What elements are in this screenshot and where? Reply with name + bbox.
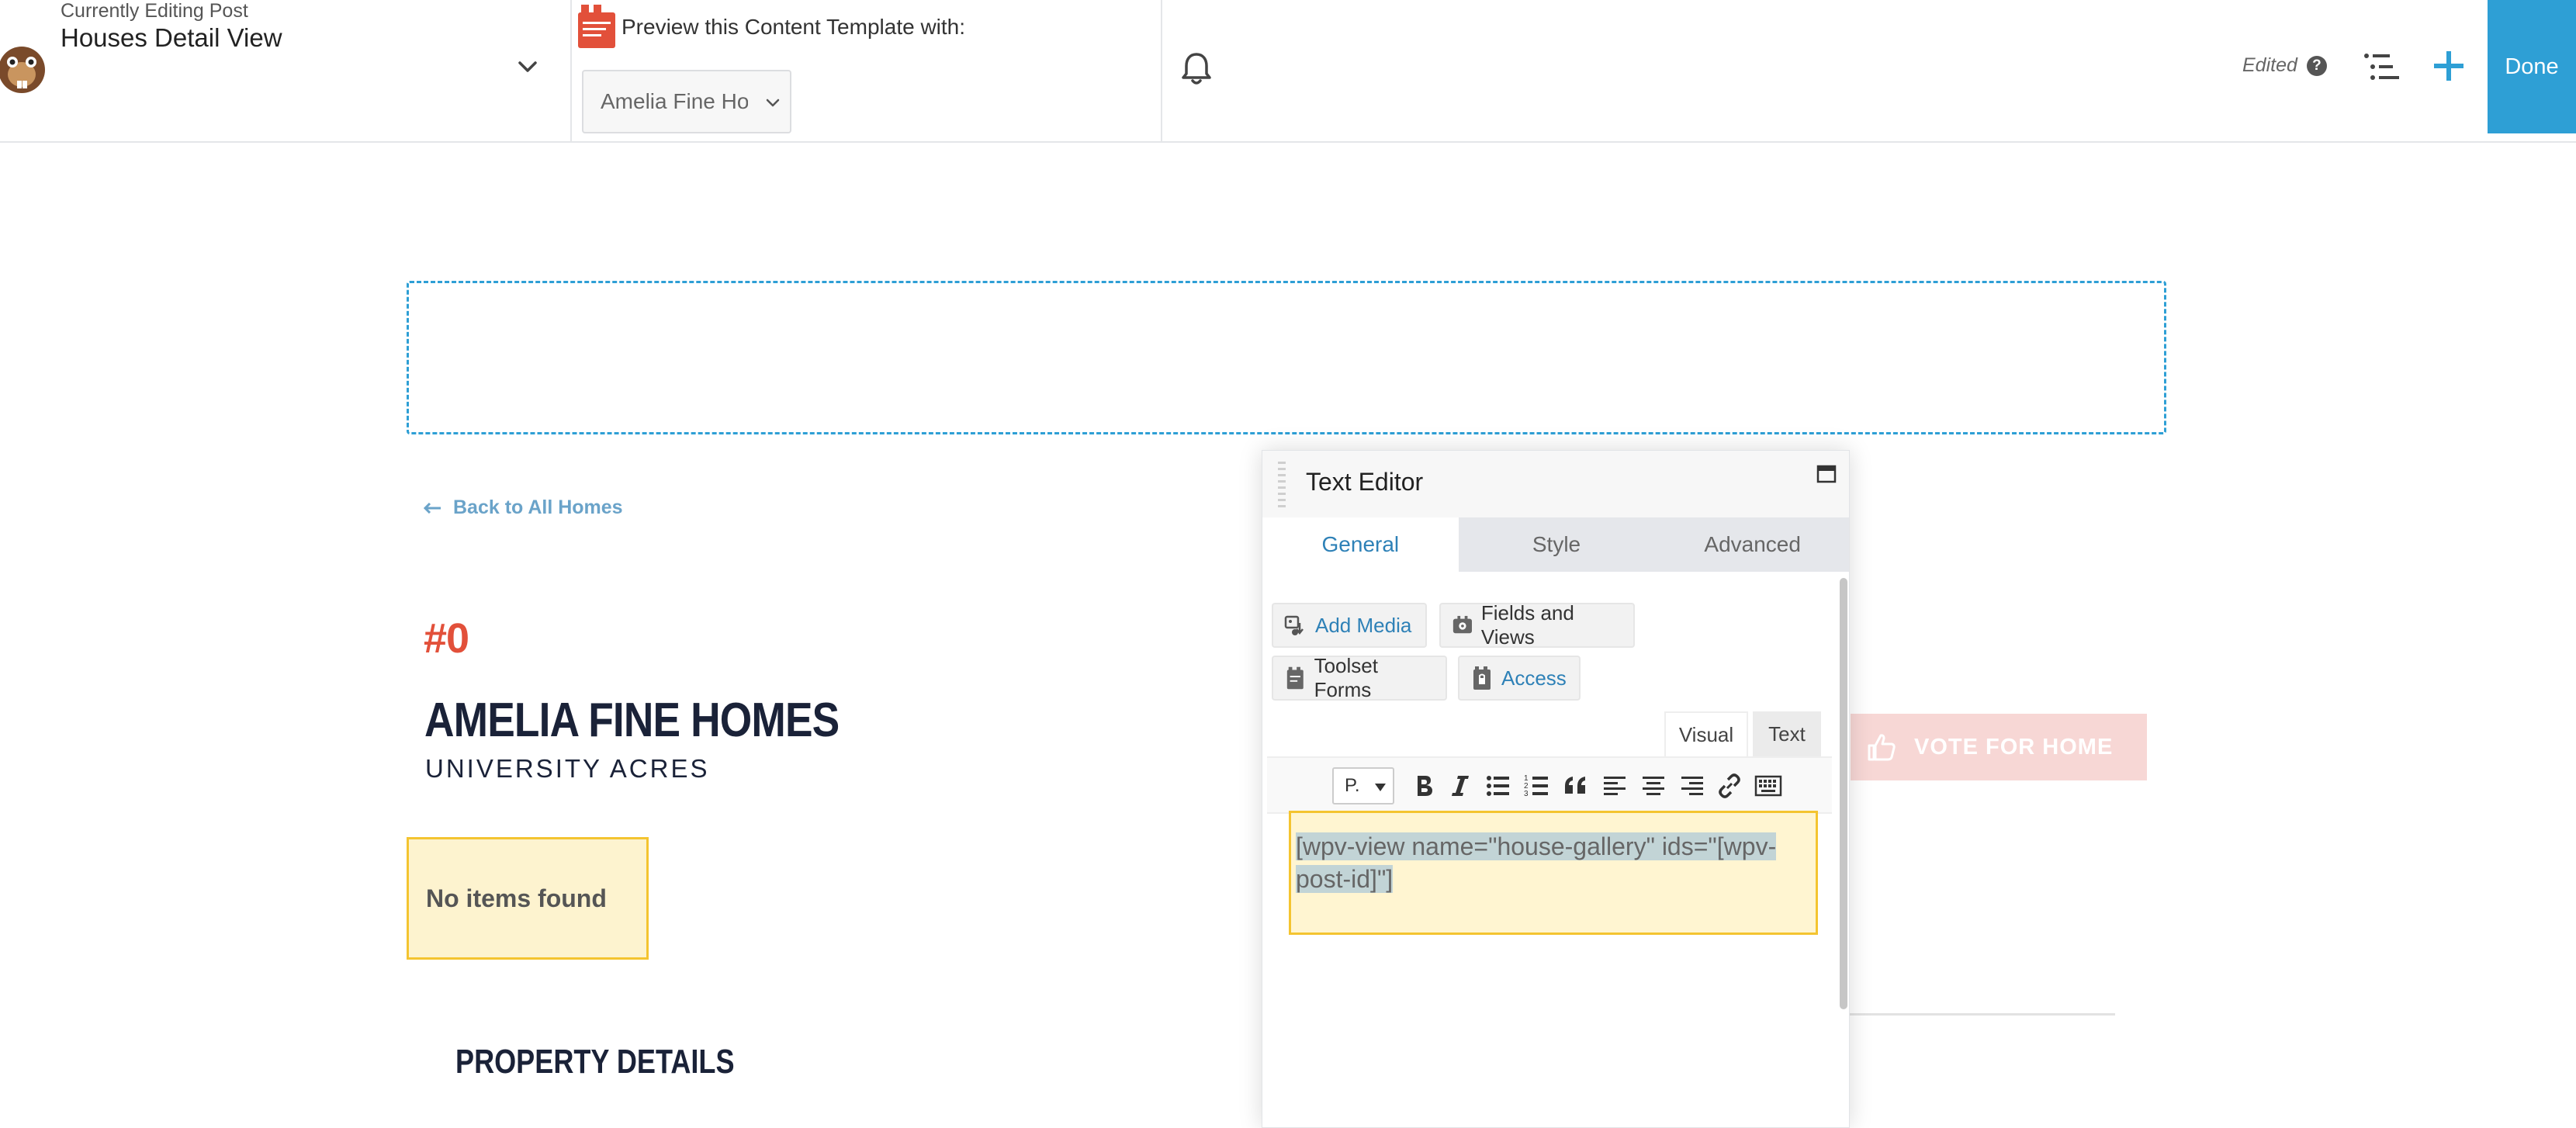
outline-list-icon[interactable] (2363, 51, 2399, 82)
paragraph-format-select[interactable]: P. (1332, 767, 1394, 804)
text-editor-panel: Text Editor General Style Advanced Add M… (1262, 450, 1850, 1128)
house-title: AMELIA FINE HOMES (424, 694, 840, 747)
preview-post-select[interactable]: Amelia Fine Homes (582, 70, 791, 133)
svg-text:3: 3 (1524, 790, 1529, 798)
editing-label: Currently Editing Post (61, 0, 248, 22)
bell-icon[interactable] (1179, 50, 1214, 87)
edited-status[interactable]: Edited ? (2242, 54, 2327, 77)
help-circle-icon[interactable]: ? (2306, 55, 2327, 76)
panel-title: Text Editor (1306, 468, 1424, 496)
preview-label: Preview this Content Template with: (621, 15, 966, 39)
fields-and-views-button[interactable]: Fields and Views (1439, 601, 1635, 649)
back-to-homes-link[interactable]: Back to All Homes (424, 497, 623, 519)
access-label: Access (1501, 666, 1567, 690)
chevron-down-icon (766, 99, 780, 107)
italic-icon[interactable] (1447, 772, 1475, 800)
panel-scrollbar[interactable] (1840, 578, 1847, 1009)
tab-advanced[interactable]: Advanced (1654, 517, 1849, 572)
access-button[interactable]: Access (1458, 656, 1581, 701)
align-right-icon[interactable] (1678, 772, 1706, 800)
blockquote-icon[interactable] (1562, 772, 1590, 800)
gallery-no-items[interactable]: No items found (407, 837, 649, 960)
preview-post-value: Amelia Fine Homes (601, 89, 748, 113)
bullet-list-icon[interactable] (1484, 772, 1512, 800)
toolbar-toggle-icon[interactable] (1754, 772, 1782, 800)
tab-general[interactable]: General (1262, 517, 1459, 572)
panel-tabs: General Style Advanced (1262, 517, 1849, 572)
content-divider (1850, 1013, 2115, 1016)
toolset-logo-icon (578, 5, 615, 48)
align-left-icon[interactable] (1601, 772, 1629, 800)
toolset-forms-button[interactable]: Toolset Forms (1272, 654, 1447, 701)
post-title[interactable]: Houses Detail View (61, 23, 282, 53)
top-bar: Currently Editing Post Houses Detail Vie… (0, 0, 2576, 143)
align-center-icon[interactable] (1639, 772, 1667, 800)
maximize-icon[interactable] (1816, 465, 1837, 483)
tab-style[interactable]: Style (1459, 517, 1655, 572)
arrow-left-icon (424, 502, 441, 514)
header-divider (570, 0, 572, 143)
house-number: #0 (424, 615, 469, 662)
edited-label: Edited (2242, 54, 2297, 76)
editor-toolbar: P. 1 2 3 (1267, 756, 1832, 814)
plus-icon[interactable] (2431, 48, 2467, 84)
add-media-button[interactable]: Add Media (1272, 603, 1427, 648)
chevron-down-icon[interactable] (515, 54, 540, 79)
selected-shortcode: [wpv-view name="house-gallery" ids="[wpv… (1296, 832, 1777, 893)
beaver-logo-icon (0, 47, 45, 93)
row-drop-zone[interactable] (407, 281, 2166, 434)
numbered-list-icon[interactable]: 1 2 3 (1523, 772, 1551, 800)
toolset-forms-label: Toolset Forms (1314, 654, 1378, 701)
access-icon (1473, 666, 1491, 690)
vote-button-label: VOTE FOR HOME (1914, 734, 2114, 759)
back-link-label: Back to All Homes (453, 497, 623, 518)
link-icon[interactable] (1716, 772, 1743, 800)
property-details-heading: PROPERTY DETAILS (455, 1043, 735, 1081)
done-button[interactable]: Done (2488, 0, 2576, 133)
content-editor[interactable]: [wpv-view name="house-gallery" ids="[wpv… (1289, 811, 1818, 935)
add-media-label: Add Media (1315, 613, 1412, 637)
editor-content: [wpv-view name="house-gallery" ids="[wpv… (1296, 830, 1811, 895)
fields-views-icon (1452, 615, 1473, 634)
vote-for-home-button[interactable]: VOTE FOR HOME (1851, 714, 2147, 780)
toolset-forms-icon (1286, 666, 1304, 690)
add-media-icon (1284, 615, 1304, 635)
tab-visual[interactable]: Visual (1664, 711, 1748, 756)
drag-handle-icon[interactable] (1278, 460, 1286, 510)
header-divider (1161, 0, 1162, 143)
format-select-value: P. (1345, 775, 1360, 796)
thumbs-up-icon (1868, 734, 1896, 761)
fields-and-views-label: Fields and Views (1480, 601, 1574, 649)
panel-header[interactable]: Text Editor (1262, 451, 1849, 517)
house-subtitle: UNIVERSITY ACRES (425, 754, 710, 783)
caret-down-icon (1375, 784, 1386, 791)
tab-text[interactable]: Text (1753, 711, 1821, 756)
bold-icon[interactable] (1410, 772, 1438, 800)
